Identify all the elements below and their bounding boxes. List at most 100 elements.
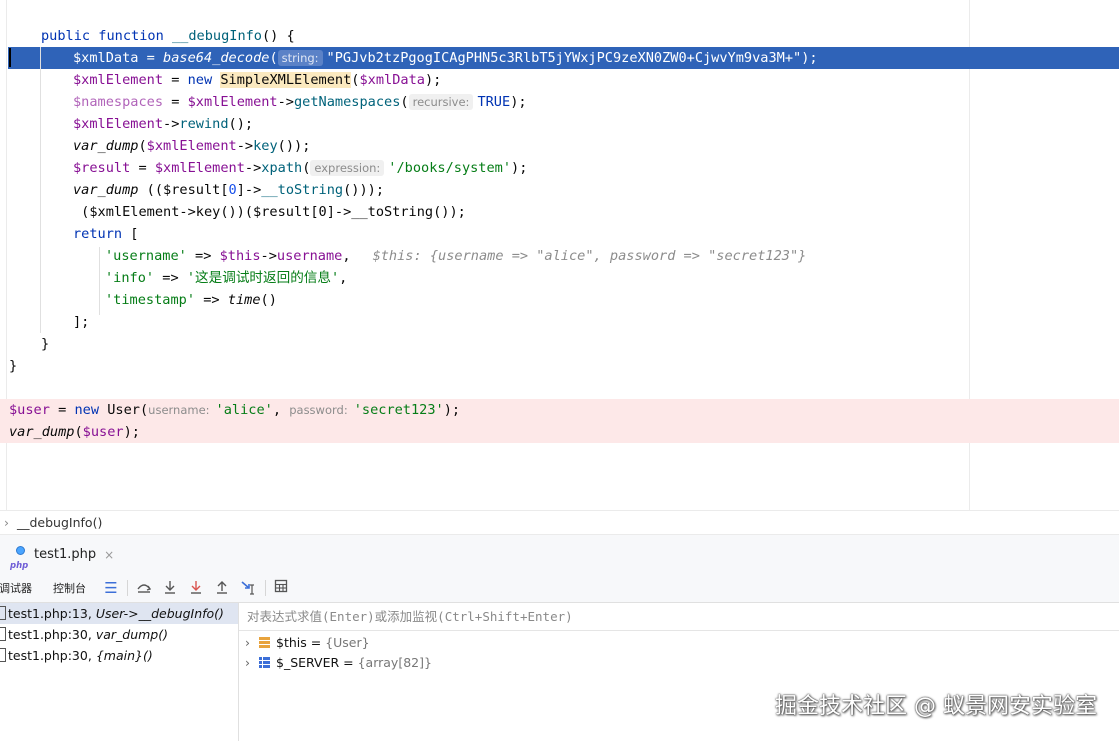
frame-icon xyxy=(0,648,6,662)
variable: $xmlElement xyxy=(73,116,164,132)
number-literal: 0 xyxy=(228,182,237,198)
expand-arrow-icon[interactable]: › xyxy=(245,653,259,673)
code-text: ( xyxy=(139,402,149,418)
indent-guide xyxy=(40,47,41,333)
code-line[interactable]: return [ xyxy=(73,223,138,245)
code-text: (); xyxy=(228,116,254,132)
code-text: ); xyxy=(123,424,140,440)
code-text: , xyxy=(342,248,351,264)
code-line[interactable]: var_dump($user); xyxy=(9,421,140,443)
breadcrumb[interactable]: › __debugInfo() xyxy=(0,510,1119,535)
tab-debugger[interactable]: 调试器 xyxy=(0,575,32,602)
code-line[interactable]: } xyxy=(9,355,17,377)
keyword: function xyxy=(98,28,164,44)
code-text: (($result[ xyxy=(138,182,229,198)
breadcrumb-item[interactable]: __debugInfo() xyxy=(17,511,102,535)
function-call: var_dump xyxy=(73,138,139,154)
function-call: time xyxy=(227,292,261,308)
code-text: ()); xyxy=(277,138,311,154)
parameter-hint: string: xyxy=(277,50,323,66)
string-literal: 'timestamp' xyxy=(105,292,196,308)
frame-function: {main}() xyxy=(95,648,153,663)
frame-location: test1.php:30, xyxy=(8,627,92,642)
code-line[interactable]: ]; xyxy=(73,311,89,333)
tab-test1-php[interactable]: php test1.php × xyxy=(10,541,114,571)
toolbar-divider xyxy=(265,580,266,596)
variable-value: {User} xyxy=(325,635,370,650)
string-literal: 'info' xyxy=(105,270,155,286)
code-text: = xyxy=(138,50,164,66)
frame-location: test1.php:30, xyxy=(8,648,92,663)
step-over-icon[interactable] xyxy=(135,579,153,597)
code-text: ( xyxy=(74,424,83,440)
close-icon[interactable]: × xyxy=(104,541,114,569)
code-text: = xyxy=(163,94,188,110)
variable: $this xyxy=(219,248,261,264)
tab-console[interactable]: 控制台 xyxy=(53,575,86,602)
evaluate-expression-input[interactable] xyxy=(239,603,1119,631)
code-line[interactable]: 'timestamp' => time() xyxy=(105,289,277,311)
code-text: [ xyxy=(122,226,139,242)
force-step-into-icon[interactable] xyxy=(187,579,205,597)
step-out-icon[interactable] xyxy=(213,579,231,597)
variable-name: $_SERVER xyxy=(276,655,340,670)
toolbar-divider xyxy=(127,580,128,596)
frame-item[interactable]: test1.php:30, var_dump() xyxy=(0,624,238,645)
code-text: -> xyxy=(163,116,180,132)
expand-arrow-icon[interactable]: › xyxy=(245,633,259,653)
property: username xyxy=(276,248,343,264)
code-text: ); xyxy=(801,50,818,66)
frame-icon xyxy=(0,627,6,641)
code-line[interactable]: 'username' => $this->username, $this: {us… xyxy=(105,245,806,267)
code-line[interactable]: $xmlElement = new SimpleXMLElement($xmlD… xyxy=(73,69,441,91)
variable-row[interactable]: › $_SERVER = {array[82]} xyxy=(245,653,432,673)
method-call: key xyxy=(253,138,278,154)
code-line[interactable]: $xmlData = base64_decode(string: "PGJvb2t… xyxy=(73,47,818,69)
menu-icon[interactable]: ☰ xyxy=(102,579,120,597)
frame-item[interactable]: test1.php:13, User->__debugInfo() xyxy=(0,603,238,624)
variable: $xmlElement xyxy=(187,94,278,110)
step-into-icon[interactable] xyxy=(161,579,179,597)
watermark: 掘金技术社区 @ 蚁景网安实验室 xyxy=(775,694,1097,719)
code-text: ); xyxy=(511,160,528,176)
string-literal: '这是调试时返回的信息' xyxy=(186,270,340,286)
code-text: = xyxy=(163,72,188,88)
run-to-cursor-icon[interactable] xyxy=(239,579,257,597)
code-line[interactable]: public function __debugInfo() { xyxy=(41,25,295,47)
code-line[interactable]: var_dump($xmlElement->key()); xyxy=(73,135,310,157)
code-line[interactable]: ($xmlElement->key())($result[0]->__toStr… xyxy=(73,201,466,223)
function-name: __debugInfo xyxy=(171,28,262,44)
code-line[interactable]: } xyxy=(41,333,49,355)
code-line[interactable]: $result = $xmlElement->xpath(expression:… xyxy=(73,157,527,179)
function-call: var_dump xyxy=(9,424,75,440)
frame-item[interactable]: test1.php:30, {main}() xyxy=(0,645,238,666)
indent-guide xyxy=(99,247,100,315)
string-literal: '/books/system' xyxy=(388,160,512,176)
table-icon[interactable] xyxy=(272,579,290,597)
parameter-hint: recursive: xyxy=(408,94,474,110)
class-name: SimpleXMLElement xyxy=(220,72,352,88)
variable-equals: = xyxy=(306,635,326,650)
code-line[interactable]: $namespaces = $xmlElement->getNamespaces… xyxy=(73,91,527,113)
code-line[interactable]: $xmlElement->rewind(); xyxy=(73,113,253,135)
debug-toolbar: 调试器 控制台 ☰ xyxy=(0,575,1119,603)
code-text: ]-> xyxy=(236,182,262,198)
method-call: rewind xyxy=(179,116,229,132)
code-editor[interactable]: public function __debugInfo() { $xmlData… xyxy=(0,0,1119,510)
code-text: -> xyxy=(277,94,294,110)
code-text: -> xyxy=(260,248,277,264)
keyword: public xyxy=(41,28,91,44)
variable: $xmlElement xyxy=(154,160,245,176)
code-text: } xyxy=(9,358,18,374)
string-literal: "PGJvb2tzPgogICAgPHN5c3RlbT5jYWxjPC9zeXN… xyxy=(326,50,802,66)
code-text: -> xyxy=(244,160,262,176)
method-call: xpath xyxy=(261,160,303,176)
code-line[interactable]: var_dump (($result[0]->__toString())); xyxy=(73,179,384,201)
frame-function: var_dump() xyxy=(95,627,168,642)
code-line[interactable]: $user = new User(username: 'alice', passw… xyxy=(9,399,460,421)
variable-row[interactable]: › $this = {User} xyxy=(245,633,370,653)
code-text: , xyxy=(272,402,290,418)
code-line[interactable]: 'info' => '这是调试时返回的信息', xyxy=(105,267,347,289)
frames-panel: test1.php:13, User->__debugInfo() test1.… xyxy=(0,603,239,741)
code-text: ); xyxy=(424,72,442,88)
